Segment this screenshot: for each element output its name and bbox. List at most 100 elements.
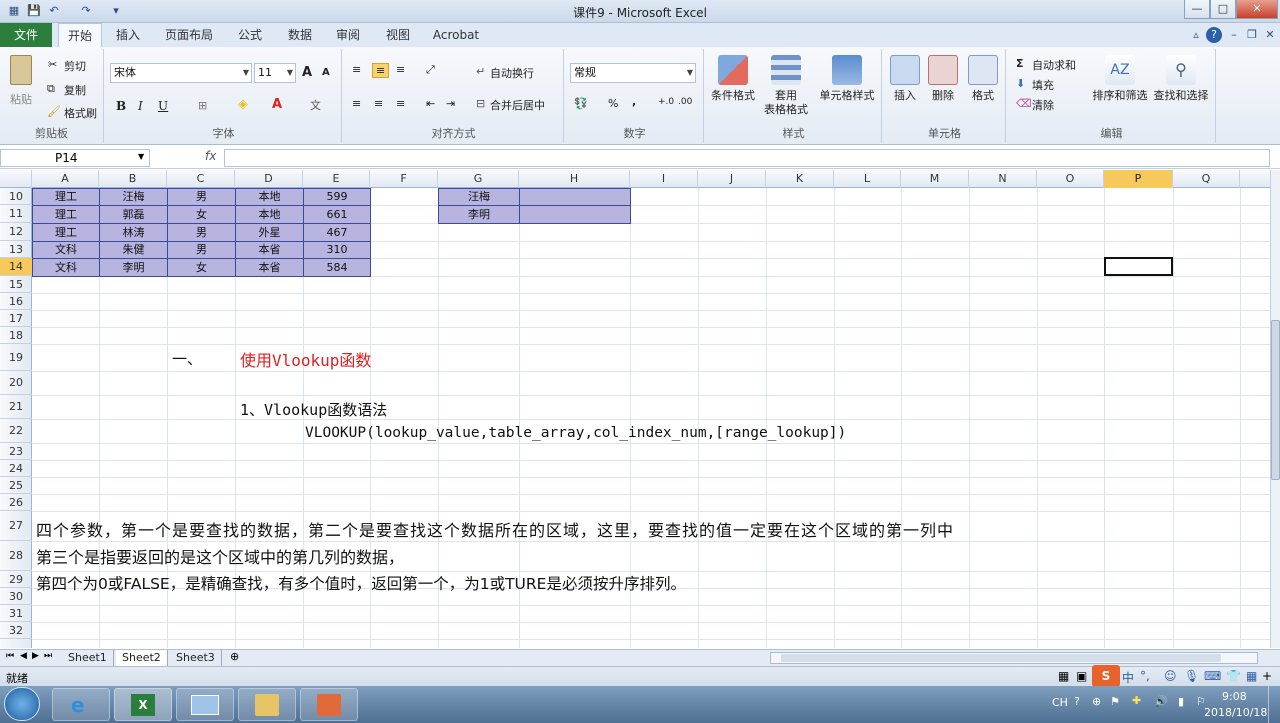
row-header[interactable]: 26 — [0, 494, 32, 511]
table-cell[interactable]: 林涛 — [99, 223, 168, 242]
percent-button[interactable]: % — [608, 97, 618, 110]
table-cell[interactable]: 李明 — [99, 258, 168, 277]
column-header[interactable]: D — [235, 170, 303, 188]
sheet-tab-sheet3[interactable]: Sheet3 — [170, 650, 222, 666]
border-icon[interactable]: ⊞ — [198, 99, 207, 112]
align-bottom-icon[interactable]: ≡ — [396, 63, 405, 76]
increase-indent-icon[interactable]: ⇥ — [446, 97, 455, 110]
fill-color-icon[interactable]: ◈ — [238, 97, 248, 112]
new-sheet-icon[interactable]: ⊕ — [230, 650, 239, 663]
table-cell[interactable]: 理工 — [32, 188, 100, 206]
volume-tray-icon[interactable]: 🔊 — [1154, 695, 1168, 708]
row-header[interactable]: 22 — [0, 419, 32, 443]
table-cell[interactable]: 外星 — [235, 223, 304, 242]
column-header[interactable]: B — [99, 170, 167, 188]
decrease-indent-icon[interactable]: ⇤ — [426, 97, 435, 110]
row-header[interactable]: 31 — [0, 605, 32, 622]
table-cell[interactable]: 文科 — [32, 241, 100, 259]
table-cell[interactable]: 661 — [303, 205, 371, 224]
paste-icon[interactable] — [10, 55, 32, 85]
tab-view[interactable]: 视图 — [378, 23, 418, 47]
shrink-font-button[interactable]: A — [322, 67, 330, 78]
row-header-selected[interactable]: 14 — [0, 258, 32, 276]
table-cell[interactable]: 女 — [167, 258, 236, 277]
align-center-icon[interactable]: ≡ — [374, 97, 383, 110]
sort-filter-button[interactable]: AZ 排序和筛选 — [1090, 55, 1150, 103]
wrap-text-button[interactable]: 自动换行 — [490, 65, 534, 81]
row-header[interactable]: 11 — [0, 205, 32, 223]
first-sheet-icon[interactable]: ⏮ — [6, 651, 14, 661]
select-all-corner[interactable] — [0, 170, 32, 188]
minimize-button[interactable]: — — [1184, 0, 1210, 19]
phonetic-icon[interactable]: 文 — [310, 97, 321, 113]
column-header[interactable]: O — [1037, 170, 1104, 188]
tab-review[interactable]: 审阅 — [328, 23, 368, 47]
paste-button[interactable]: 粘贴 — [10, 91, 32, 107]
start-button[interactable] — [4, 687, 40, 721]
skin-icon[interactable]: 👕 — [1226, 669, 1241, 683]
table-cell[interactable]: 本省 — [235, 241, 304, 259]
column-header[interactable]: F — [370, 170, 438, 188]
collapse-ribbon-icon[interactable]: ▵ — [1188, 27, 1204, 43]
show-desktop-button[interactable] — [1268, 686, 1280, 723]
lookup-result-cell[interactable] — [519, 205, 631, 224]
column-header[interactable]: K — [766, 170, 834, 188]
presentation-taskbar-button[interactable] — [300, 688, 358, 721]
zoom-plus-icon[interactable]: + — [1262, 669, 1272, 683]
row-header[interactable]: 13 — [0, 241, 32, 258]
scroll-thumb[interactable] — [781, 654, 1221, 662]
italic-button[interactable]: I — [138, 99, 143, 113]
keyboard-icon[interactable]: ⌨ — [1204, 669, 1221, 683]
underline-button[interactable]: U — [158, 99, 168, 113]
app-tray-icon[interactable]: ✚ — [1132, 694, 1141, 707]
excel-taskbar-button[interactable]: X — [114, 688, 172, 721]
ime-emoji-icon[interactable]: ☺ — [1164, 669, 1177, 683]
tab-home[interactable]: 开始 — [58, 23, 102, 47]
insert-function-button[interactable]: fx — [205, 149, 223, 167]
ime-zh-icon[interactable]: 中 — [1122, 669, 1134, 686]
column-header[interactable]: E — [303, 170, 370, 188]
microphone-icon[interactable]: 🎙 — [1184, 669, 1199, 683]
normal-view-icon[interactable]: ▦ — [1058, 669, 1069, 683]
row-header[interactable]: 27 — [0, 511, 32, 541]
format-cells-button[interactable]: 格式 — [964, 55, 1002, 103]
maximize-button[interactable]: □ — [1210, 0, 1236, 19]
column-header[interactable]: I — [630, 170, 698, 188]
increase-decimal-icon[interactable]: +.0 — [658, 97, 674, 107]
row-header[interactable]: 21 — [0, 395, 32, 419]
column-header-selected[interactable]: P — [1104, 170, 1173, 188]
row-header[interactable]: 29 — [0, 571, 32, 588]
network-tray-icon[interactable]: ⊕ — [1092, 695, 1101, 708]
table-cell[interactable]: 文科 — [32, 258, 100, 277]
next-sheet-icon[interactable]: ▶ — [32, 651, 39, 661]
ime-punct-icon[interactable]: °, — [1140, 669, 1150, 683]
explorer-taskbar-button[interactable] — [238, 688, 296, 721]
row-header[interactable]: 20 — [0, 371, 32, 395]
cut-button[interactable]: 剪切 — [64, 58, 86, 74]
prev-sheet-icon[interactable]: ◀ — [20, 651, 27, 661]
lookup-name-cell[interactable]: 李明 — [438, 205, 520, 224]
font-size-select[interactable]: 11 ▼ — [254, 63, 296, 83]
column-header[interactable]: G — [438, 170, 519, 188]
doc-minimize-icon[interactable]: – — [1226, 27, 1242, 43]
clear-button[interactable]: 清除 — [1032, 97, 1054, 113]
close-button[interactable]: ✕ — [1236, 0, 1278, 19]
merge-center-button[interactable]: 合并后居中 — [490, 97, 545, 113]
active-cell[interactable] — [1104, 257, 1173, 276]
clock-time[interactable]: 9:08 — [1222, 690, 1247, 703]
bold-button[interactable]: B — [116, 99, 126, 113]
table-cell[interactable]: 本地 — [235, 188, 304, 206]
formula-input[interactable] — [224, 149, 1270, 167]
lookup-result-cell[interactable] — [519, 188, 631, 206]
column-header[interactable]: N — [969, 170, 1037, 188]
row-header[interactable]: 25 — [0, 477, 32, 494]
column-header[interactable]: L — [834, 170, 901, 188]
toolbox-icon[interactable]: ▦ — [1246, 669, 1257, 683]
comma-button[interactable]: , — [632, 95, 636, 108]
lookup-name-cell[interactable]: 汪梅 — [438, 188, 520, 206]
row-header[interactable]: 19 — [0, 344, 32, 371]
help-tray-icon[interactable]: ? — [1074, 695, 1080, 708]
delete-cells-button[interactable]: 删除 — [924, 55, 962, 103]
sheet-tab-sheet2[interactable]: Sheet2 — [116, 650, 168, 666]
table-cell[interactable]: 599 — [303, 188, 371, 206]
